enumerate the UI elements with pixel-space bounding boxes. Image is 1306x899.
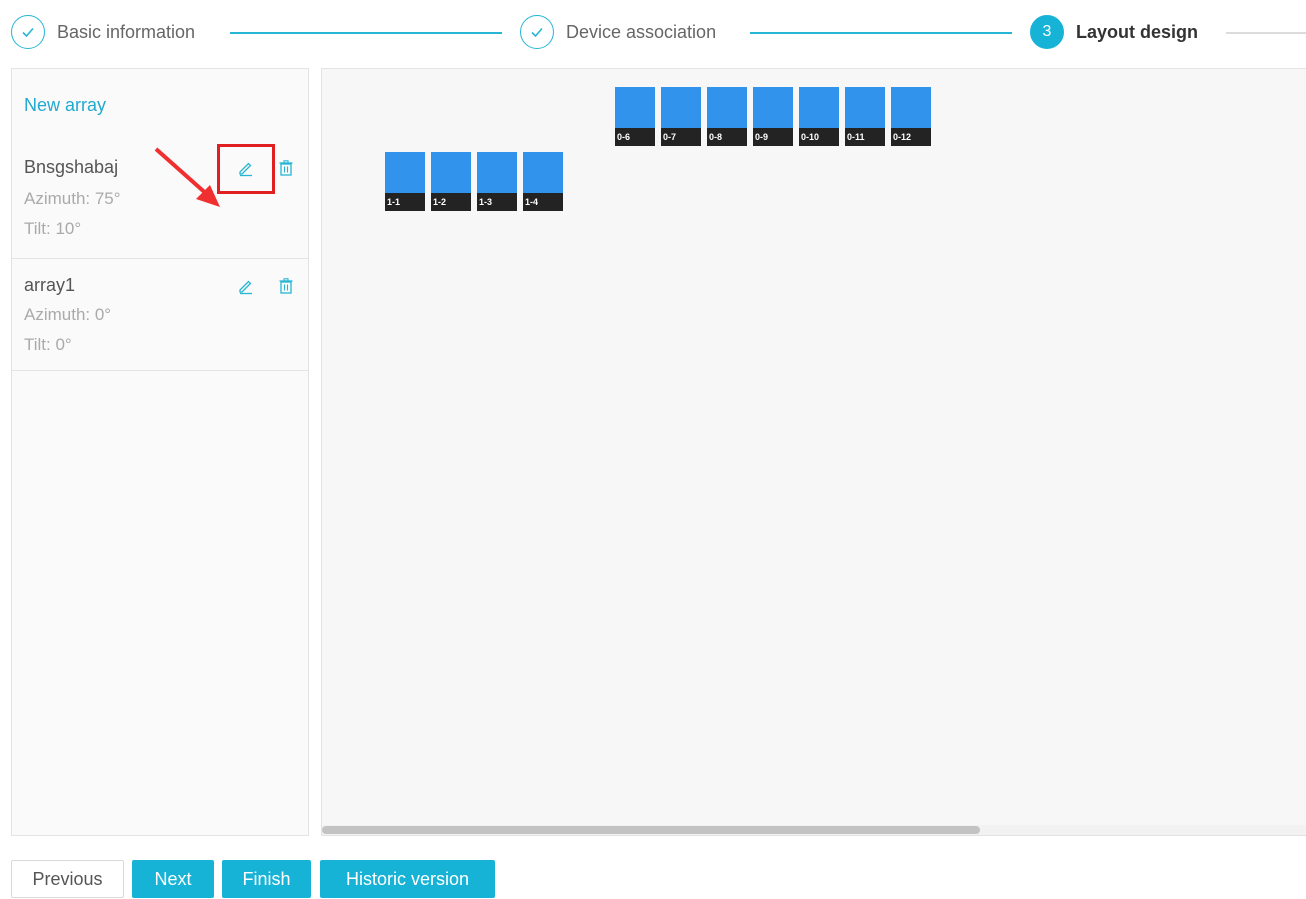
step-device-association[interactable]: Device association — [520, 14, 716, 50]
edit-icon[interactable] — [235, 275, 257, 297]
step-label: Layout design — [1076, 21, 1199, 42]
step-layout-design[interactable]: 3 Layout design — [1030, 14, 1198, 50]
finish-button[interactable]: Finish — [222, 860, 311, 898]
panel-label: 0-6 — [615, 128, 655, 146]
panel-label: 0-9 — [753, 128, 793, 146]
panel-label: 1-4 — [523, 193, 563, 211]
panel-label: 1-2 — [431, 193, 471, 211]
solar-panel[interactable]: 0-6 — [615, 87, 655, 146]
check-icon — [520, 15, 554, 49]
new-array-link[interactable]: New array — [24, 95, 106, 116]
solar-panel[interactable]: 0-11 — [845, 87, 885, 146]
layout-canvas[interactable]: 0-6 0-7 0-8 0-9 0-10 0-11 0-12 1-1 1-2 1-3 1-4 — [321, 68, 1306, 836]
array-name: array1 — [24, 275, 76, 295]
array-name: Bnsgshabaj — [24, 157, 119, 177]
step-basic-information[interactable]: Basic information — [11, 14, 195, 50]
panel-label: 1-1 — [385, 193, 425, 211]
solar-panel[interactable]: 1-2 — [431, 152, 471, 211]
array-azimuth: Azimuth: 0° — [24, 305, 112, 324]
panel-label: 0-12 — [891, 128, 931, 146]
solar-panel[interactable]: 0-9 — [753, 87, 793, 146]
solar-panel[interactable]: 0-8 — [707, 87, 747, 146]
panel-label: 0-11 — [845, 128, 885, 146]
step-label: Device association — [566, 21, 717, 42]
step-connector — [1226, 32, 1306, 34]
scrollbar-thumb[interactable] — [322, 826, 980, 834]
array-sidebar: New array Bnsgshabaj Azimuth: 75° Tilt: … — [11, 68, 309, 836]
panel-label: 1-3 — [477, 193, 517, 211]
solar-panel[interactable]: 1-1 — [385, 152, 425, 211]
array-list-item[interactable]: array1 Azimuth: 0° Tilt: 0° — [12, 259, 308, 371]
horizontal-scrollbar[interactable] — [322, 825, 1306, 835]
array-tilt: Tilt: 0° — [24, 335, 72, 354]
previous-button[interactable]: Previous — [11, 860, 124, 898]
historic-version-button[interactable]: Historic version — [320, 860, 495, 898]
solar-panel[interactable]: 0-10 — [799, 87, 839, 146]
solar-panel[interactable]: 1-4 — [523, 152, 563, 211]
array-azimuth: Azimuth: 75° — [24, 189, 121, 208]
trash-icon[interactable] — [275, 157, 297, 179]
trash-icon[interactable] — [275, 275, 297, 297]
step-label: Basic information — [57, 21, 196, 42]
array-tilt: Tilt: 10° — [24, 219, 82, 238]
panel-label: 0-7 — [661, 128, 701, 146]
next-button[interactable]: Next — [132, 860, 214, 898]
solar-panel[interactable]: 1-3 — [477, 152, 517, 211]
solar-panel[interactable]: 0-12 — [891, 87, 931, 146]
step-connector — [230, 32, 502, 34]
step-connector — [750, 32, 1012, 34]
panel-label: 0-10 — [799, 128, 839, 146]
check-icon — [11, 15, 45, 49]
panel-label: 0-8 — [707, 128, 747, 146]
steps-bar: Basic information Device association 3 L… — [0, 0, 1306, 66]
annotation-highlight-box — [217, 144, 275, 194]
solar-panel[interactable]: 0-7 — [661, 87, 701, 146]
step-number-badge: 3 — [1030, 15, 1064, 49]
